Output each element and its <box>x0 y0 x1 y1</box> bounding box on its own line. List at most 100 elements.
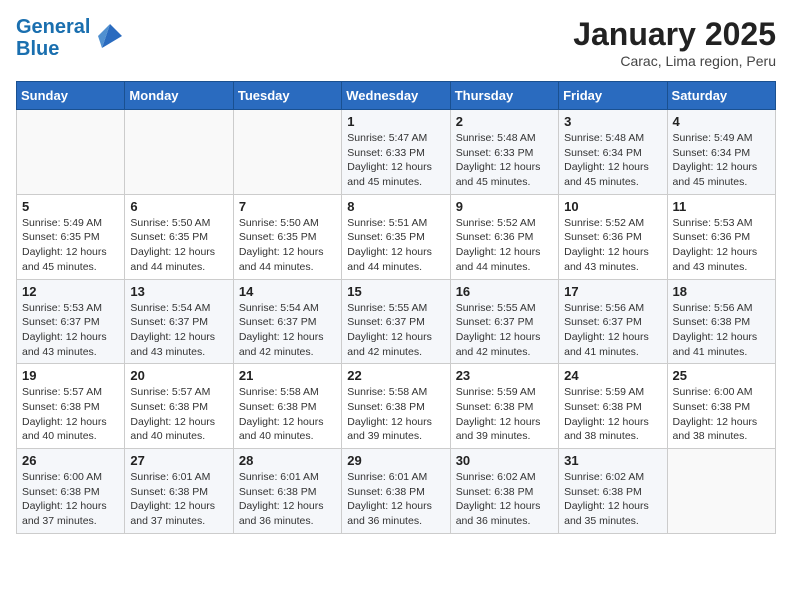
day-number: 18 <box>673 284 770 299</box>
month-title: January 2025 <box>573 16 776 53</box>
weekday-header-cell: Sunday <box>17 82 125 110</box>
day-number: 14 <box>239 284 336 299</box>
day-number: 4 <box>673 114 770 129</box>
day-info: Sunrise: 5:52 AMSunset: 6:36 PMDaylight:… <box>456 216 553 275</box>
day-number: 21 <box>239 368 336 383</box>
day-number: 17 <box>564 284 661 299</box>
day-number: 23 <box>456 368 553 383</box>
day-number: 22 <box>347 368 444 383</box>
calendar-day-cell: 3 Sunrise: 5:48 AMSunset: 6:34 PMDaylight… <box>559 110 667 195</box>
page-header: General Blue January 2025 Carac, Lima re… <box>16 16 776 69</box>
day-info: Sunrise: 6:02 AMSunset: 6:38 PMDaylight:… <box>456 470 553 529</box>
calendar-day-cell <box>667 449 775 534</box>
day-number: 29 <box>347 453 444 468</box>
day-info: Sunrise: 5:58 AMSunset: 6:38 PMDaylight:… <box>239 385 336 444</box>
calendar-day-cell: 13 Sunrise: 5:54 AMSunset: 6:37 PMDayligh… <box>125 279 233 364</box>
day-info: Sunrise: 5:49 AMSunset: 6:34 PMDaylight:… <box>673 131 770 190</box>
calendar-day-cell: 14 Sunrise: 5:54 AMSunset: 6:37 PMDayligh… <box>233 279 341 364</box>
day-number: 9 <box>456 199 553 214</box>
day-number: 31 <box>564 453 661 468</box>
day-number: 5 <box>22 199 119 214</box>
day-number: 27 <box>130 453 227 468</box>
day-info: Sunrise: 5:54 AMSunset: 6:37 PMDaylight:… <box>239 301 336 360</box>
day-info: Sunrise: 5:53 AMSunset: 6:36 PMDaylight:… <box>673 216 770 275</box>
day-info: Sunrise: 5:57 AMSunset: 6:38 PMDaylight:… <box>22 385 119 444</box>
day-info: Sunrise: 5:48 AMSunset: 6:33 PMDaylight:… <box>456 131 553 190</box>
calendar-day-cell: 27 Sunrise: 6:01 AMSunset: 6:38 PMDayligh… <box>125 449 233 534</box>
calendar-day-cell: 21 Sunrise: 5:58 AMSunset: 6:38 PMDayligh… <box>233 364 341 449</box>
calendar-week-row: 1Sunrise: 5:47 AMSunset: 6:33 PMDaylight… <box>17 110 776 195</box>
day-info: Sunrise: 5:57 AMSunset: 6:38 PMDaylight:… <box>130 385 227 444</box>
day-info: Sunrise: 6:01 AMSunset: 6:38 PMDaylight:… <box>239 470 336 529</box>
calendar-day-cell: 19 Sunrise: 5:57 AMSunset: 6:38 PMDayligh… <box>17 364 125 449</box>
day-number: 24 <box>564 368 661 383</box>
calendar-day-cell <box>233 110 341 195</box>
title-block: January 2025 Carac, Lima region, Peru <box>573 16 776 69</box>
calendar-day-cell: 11 Sunrise: 5:53 AMSunset: 6:36 PMDayligh… <box>667 194 775 279</box>
day-info: Sunrise: 5:50 AMSunset: 6:35 PMDaylight:… <box>130 216 227 275</box>
calendar-day-cell: 8 Sunrise: 5:51 AMSunset: 6:35 PMDaylight… <box>342 194 450 279</box>
day-number: 6 <box>130 199 227 214</box>
day-number: 30 <box>456 453 553 468</box>
day-number: 8 <box>347 199 444 214</box>
day-number: 26 <box>22 453 119 468</box>
calendar-day-cell <box>125 110 233 195</box>
calendar-day-cell <box>17 110 125 195</box>
day-info: Sunrise: 5:49 AMSunset: 6:35 PMDaylight:… <box>22 216 119 275</box>
day-number: 25 <box>673 368 770 383</box>
day-info: Sunrise: 5:48 AMSunset: 6:34 PMDaylight:… <box>564 131 661 190</box>
day-number: 20 <box>130 368 227 383</box>
day-number: 3 <box>564 114 661 129</box>
logo-icon <box>94 20 126 52</box>
day-info: Sunrise: 5:55 AMSunset: 6:37 PMDaylight:… <box>347 301 444 360</box>
day-info: Sunrise: 6:01 AMSunset: 6:38 PMDaylight:… <box>130 470 227 529</box>
day-info: Sunrise: 5:54 AMSunset: 6:37 PMDaylight:… <box>130 301 227 360</box>
day-number: 13 <box>130 284 227 299</box>
weekday-header-cell: Monday <box>125 82 233 110</box>
calendar-day-cell: 1Sunrise: 5:47 AMSunset: 6:33 PMDaylight… <box>342 110 450 195</box>
logo-subtext: Blue <box>16 38 90 60</box>
calendar-day-cell: 23 Sunrise: 5:59 AMSunset: 6:38 PMDayligh… <box>450 364 558 449</box>
calendar-table: SundayMondayTuesdayWednesdayThursdayFrid… <box>16 81 776 534</box>
calendar-day-cell: 31Sunrise: 6:02 AMSunset: 6:38 PMDayligh… <box>559 449 667 534</box>
calendar-day-cell: 5 Sunrise: 5:49 AMSunset: 6:35 PMDaylight… <box>17 194 125 279</box>
day-info: Sunrise: 5:53 AMSunset: 6:37 PMDaylight:… <box>22 301 119 360</box>
day-info: Sunrise: 5:47 AMSunset: 6:33 PMDaylight:… <box>347 131 444 190</box>
day-number: 11 <box>673 199 770 214</box>
calendar-day-cell: 6 Sunrise: 5:50 AMSunset: 6:35 PMDaylight… <box>125 194 233 279</box>
weekday-header-cell: Wednesday <box>342 82 450 110</box>
day-info: Sunrise: 5:59 AMSunset: 6:38 PMDaylight:… <box>564 385 661 444</box>
day-info: Sunrise: 5:51 AMSunset: 6:35 PMDaylight:… <box>347 216 444 275</box>
day-number: 19 <box>22 368 119 383</box>
calendar-day-cell: 16 Sunrise: 5:55 AMSunset: 6:37 PMDayligh… <box>450 279 558 364</box>
day-info: Sunrise: 5:56 AMSunset: 6:37 PMDaylight:… <box>564 301 661 360</box>
day-number: 10 <box>564 199 661 214</box>
day-number: 2 <box>456 114 553 129</box>
weekday-header-cell: Saturday <box>667 82 775 110</box>
day-number: 15 <box>347 284 444 299</box>
calendar-day-cell: 25 Sunrise: 6:00 AMSunset: 6:38 PMDayligh… <box>667 364 775 449</box>
logo: General Blue <box>16 16 126 60</box>
day-info: Sunrise: 5:56 AMSunset: 6:38 PMDaylight:… <box>673 301 770 360</box>
calendar-day-cell: 24 Sunrise: 5:59 AMSunset: 6:38 PMDayligh… <box>559 364 667 449</box>
calendar-day-cell: 17 Sunrise: 5:56 AMSunset: 6:37 PMDayligh… <box>559 279 667 364</box>
day-info: Sunrise: 5:55 AMSunset: 6:37 PMDaylight:… <box>456 301 553 360</box>
calendar-day-cell: 30 Sunrise: 6:02 AMSunset: 6:38 PMDayligh… <box>450 449 558 534</box>
calendar-day-cell: 29Sunrise: 6:01 AMSunset: 6:38 PMDayligh… <box>342 449 450 534</box>
calendar-day-cell: 9 Sunrise: 5:52 AMSunset: 6:36 PMDaylight… <box>450 194 558 279</box>
calendar-day-cell: 22 Sunrise: 5:58 AMSunset: 6:38 PMDayligh… <box>342 364 450 449</box>
weekday-header-cell: Thursday <box>450 82 558 110</box>
day-info: Sunrise: 5:59 AMSunset: 6:38 PMDaylight:… <box>456 385 553 444</box>
day-info: Sunrise: 5:50 AMSunset: 6:35 PMDaylight:… <box>239 216 336 275</box>
calendar-day-cell: 20 Sunrise: 5:57 AMSunset: 6:38 PMDayligh… <box>125 364 233 449</box>
calendar-body: 1Sunrise: 5:47 AMSunset: 6:33 PMDaylight… <box>17 110 776 534</box>
day-info: Sunrise: 5:58 AMSunset: 6:38 PMDaylight:… <box>347 385 444 444</box>
calendar-day-cell: 15 Sunrise: 5:55 AMSunset: 6:37 PMDayligh… <box>342 279 450 364</box>
calendar-day-cell: 10Sunrise: 5:52 AMSunset: 6:36 PMDayligh… <box>559 194 667 279</box>
logo-text: General <box>16 16 90 38</box>
calendar-week-row: 19 Sunrise: 5:57 AMSunset: 6:38 PMDayligh… <box>17 364 776 449</box>
day-number: 16 <box>456 284 553 299</box>
calendar-day-cell: 2 Sunrise: 5:48 AMSunset: 6:33 PMDaylight… <box>450 110 558 195</box>
weekday-header-row: SundayMondayTuesdayWednesdayThursdayFrid… <box>17 82 776 110</box>
day-info: Sunrise: 6:00 AMSunset: 6:38 PMDaylight:… <box>673 385 770 444</box>
